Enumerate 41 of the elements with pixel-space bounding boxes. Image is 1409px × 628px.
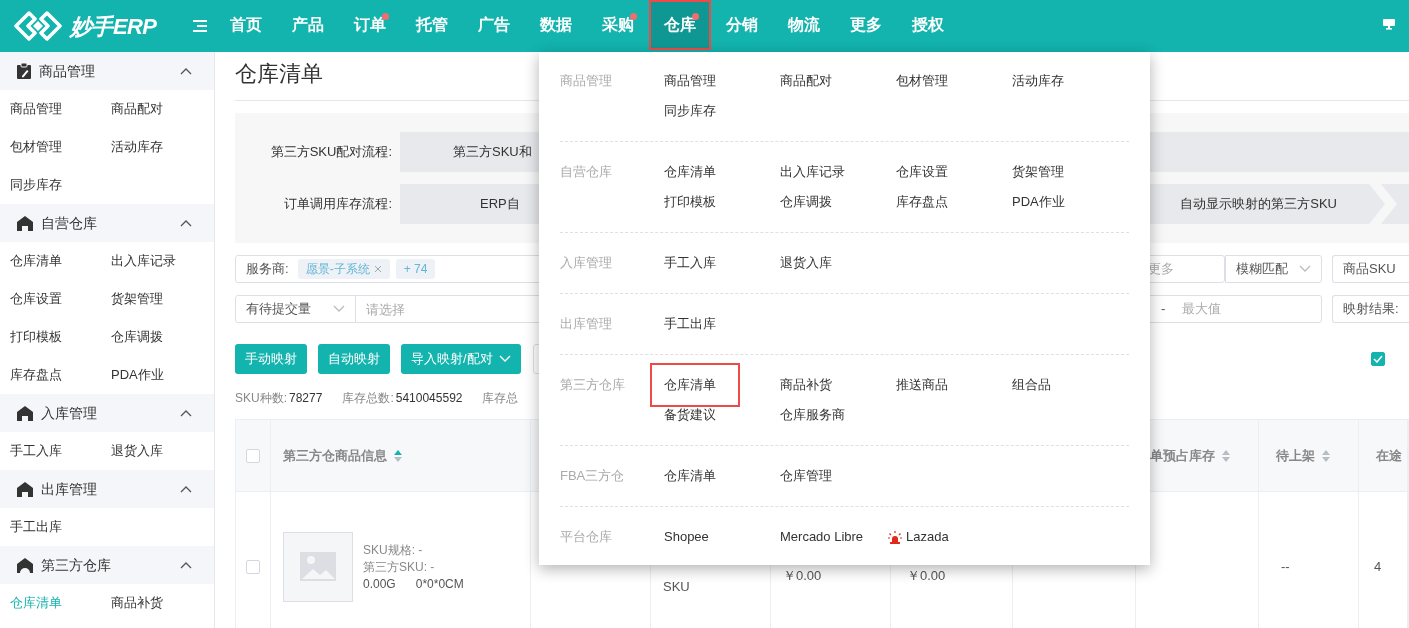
logo-text: 妙手ERP [70, 12, 157, 41]
range-separator: - [1161, 300, 1166, 319]
dimensions-text: 0*0*0CM [415, 575, 464, 593]
placeholder-text: 最大值 [1182, 300, 1222, 319]
section-label: 平台仓库 [560, 528, 613, 546]
table-cell-text: -- [1281, 558, 1290, 577]
sku-spec-text: SKU规格: - [363, 541, 424, 559]
table-cell: SKU [663, 579, 690, 594]
filter-tag: + 74 [395, 259, 436, 279]
column-header: 第三方仓商品信息 [283, 446, 387, 465]
column-header: 在途 [1376, 446, 1402, 465]
table-cell: ￥0.00 [783, 568, 822, 583]
flow-step: 第三方SKU和 [453, 142, 532, 162]
section-label: 商品管理 [560, 72, 613, 90]
page-title: 仓库清单 [235, 60, 323, 88]
stat-text: 库存总 [482, 390, 519, 407]
flow-step: 自动显示映射的第三方SKU [1180, 194, 1337, 214]
section-label: 第三方仓库 [560, 376, 626, 394]
section-label: 自营仓库 [560, 163, 613, 181]
flow-step: ERP自 [480, 194, 520, 214]
stat-text: 库存总数: 5410045592 [342, 390, 463, 407]
column-header: 单预占库存 [1150, 446, 1215, 465]
column-header: 待上架 [1276, 446, 1315, 465]
table-cell-text: 4 [1374, 558, 1382, 577]
placeholder-text: 更多 [1148, 260, 1174, 279]
sidebar-group-title: 出库管理 [41, 479, 98, 499]
flow-label: 第三方SKU配对流程: [269, 143, 392, 162]
sidebar-group-title: 第三方仓库 [41, 555, 112, 575]
filter-tag: 愿景-子系统 [297, 259, 390, 279]
sidebar-group-title: 自营仓库 [41, 213, 98, 233]
table-cell: ￥0.00 [907, 568, 946, 583]
filter-label: 服务商: [246, 260, 289, 279]
weight-text: 0.00G [363, 575, 396, 593]
section-label: FBA三方仓 [560, 467, 626, 485]
flow-label: 订单调用库存流程: [283, 195, 392, 214]
sidebar-group-title: 入库管理 [41, 403, 98, 423]
sidebar-group-title: 商品管理 [39, 61, 96, 81]
section-label: 入库管理 [560, 254, 613, 272]
section-label: 出库管理 [560, 315, 613, 333]
stat-text: SKU种数: 78277 [235, 390, 323, 407]
third-party-sku-text: 第三方SKU: - [363, 558, 436, 576]
